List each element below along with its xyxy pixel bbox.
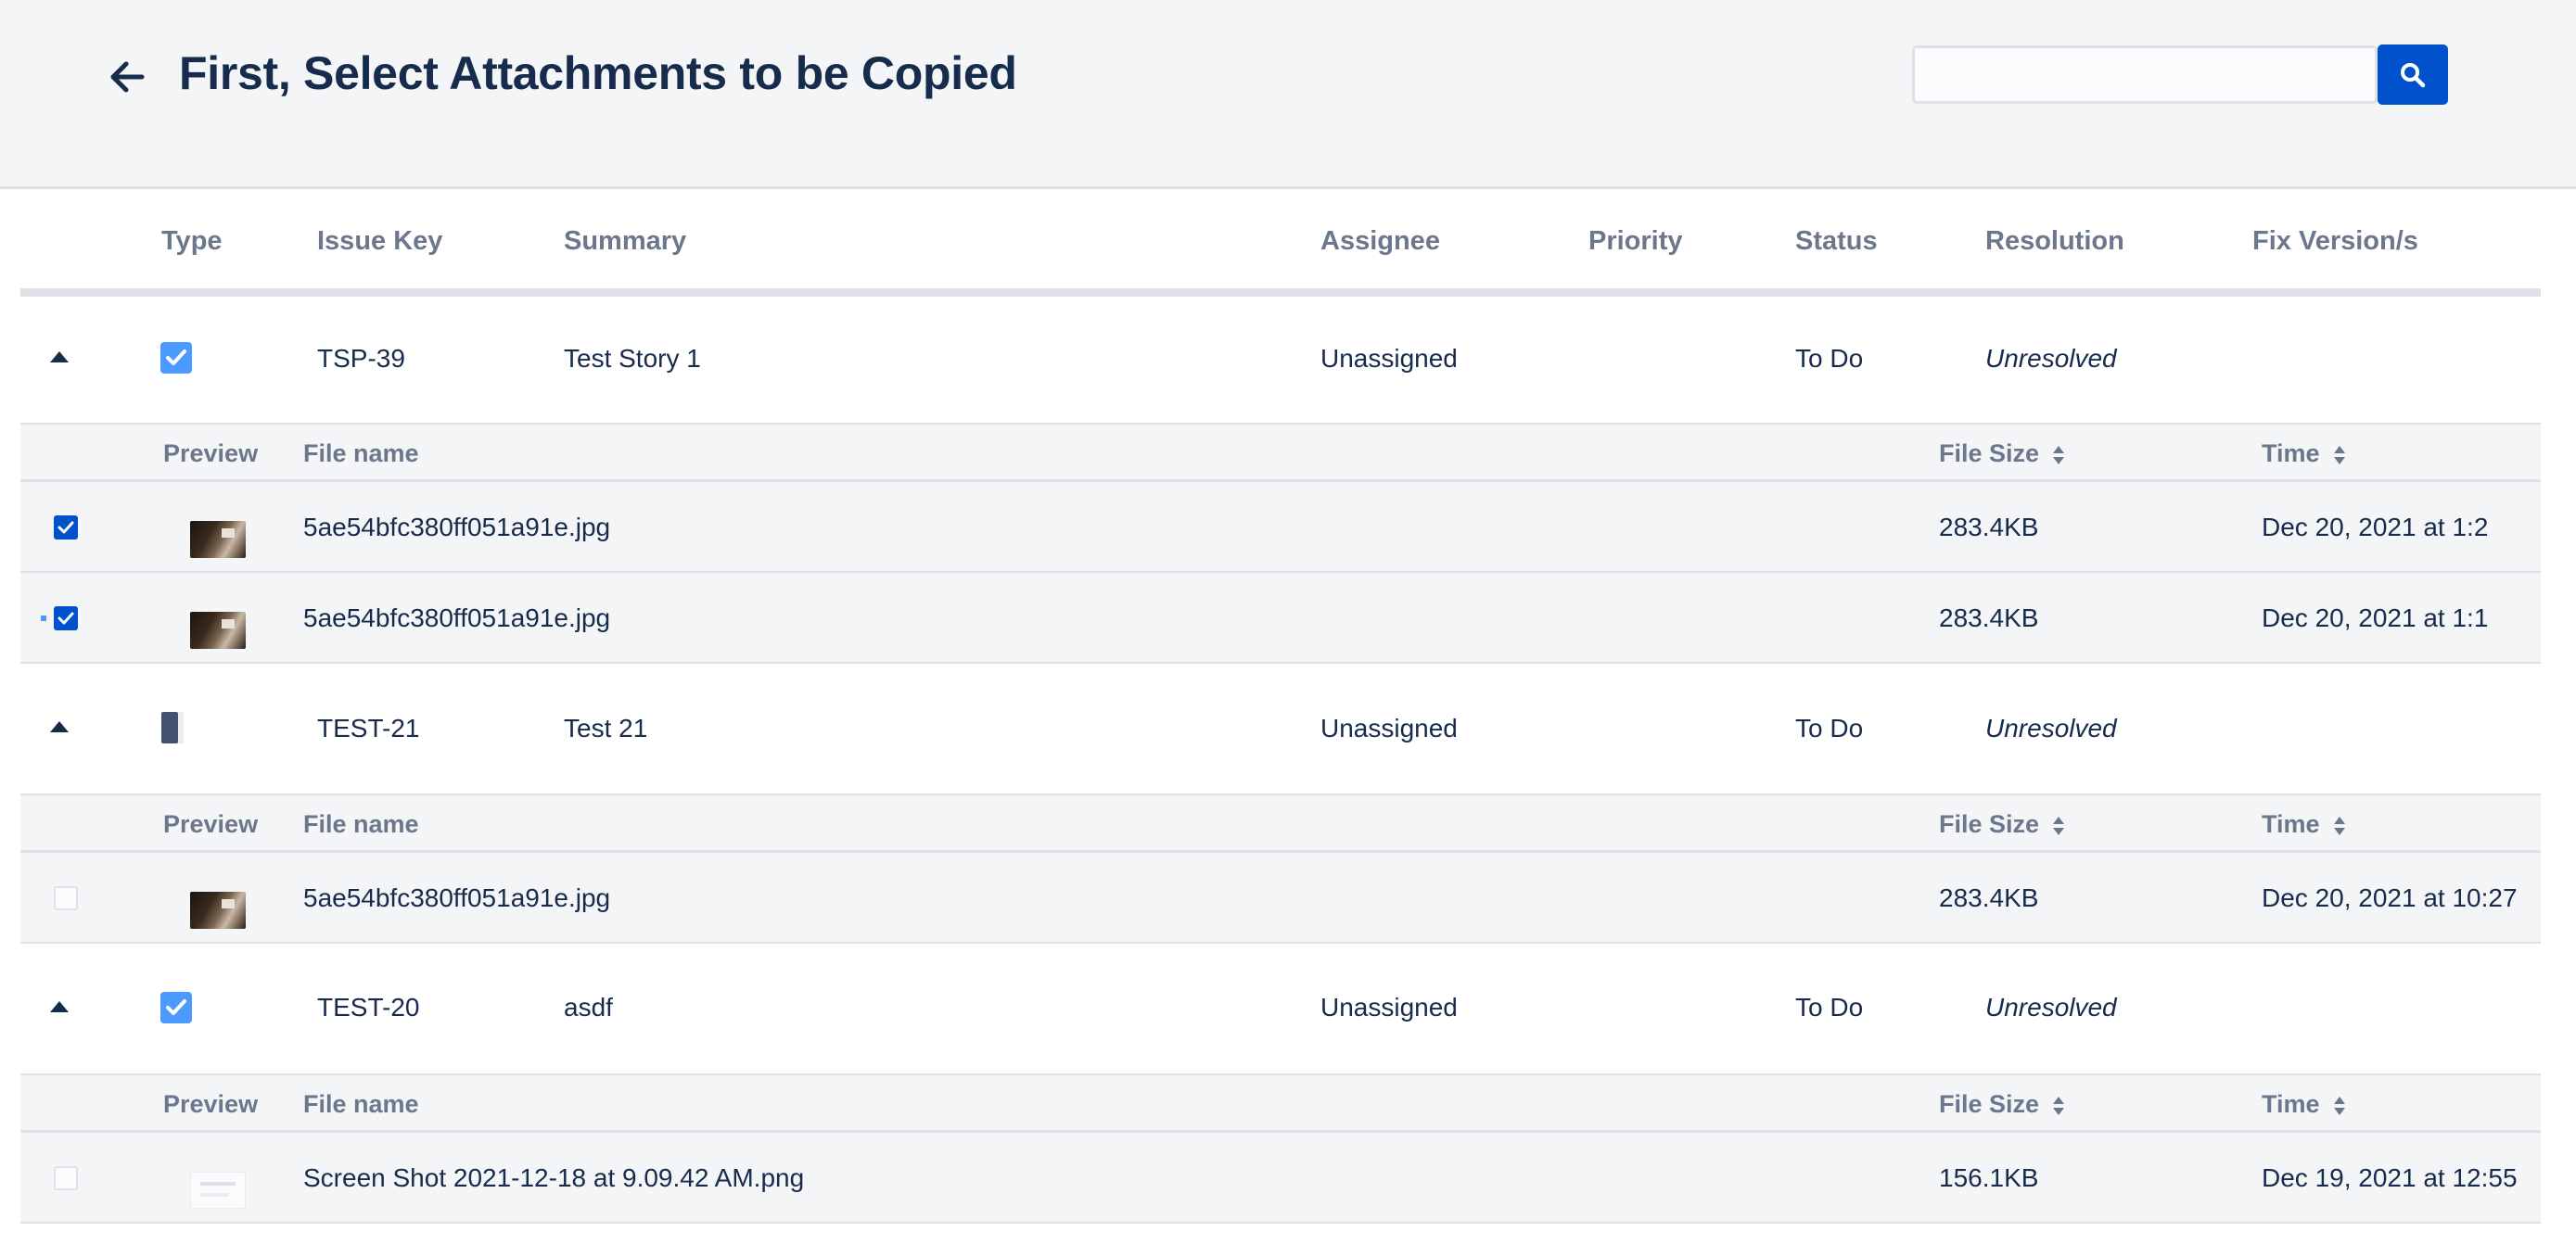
time-label: Time bbox=[2262, 1090, 2320, 1118]
attachment-file-size: 283.4KB bbox=[1939, 603, 2039, 632]
sort-icon bbox=[2333, 816, 2345, 835]
attachment-checkbox[interactable] bbox=[54, 515, 78, 540]
column-header-resolution[interactable]: Resolution bbox=[1985, 226, 2124, 257]
issue-key[interactable]: TSP-39 bbox=[317, 344, 405, 374]
search-input[interactable] bbox=[1912, 45, 2378, 104]
caret-up-icon bbox=[50, 351, 69, 362]
file-size-label: File Size bbox=[1939, 810, 2040, 838]
checkmark-icon bbox=[166, 999, 186, 1015]
issue-resolution: Unresolved bbox=[1985, 993, 2117, 1022]
attachment-time: Dec 20, 2021 at 1:2 bbox=[2262, 513, 2489, 541]
issue-checkbox[interactable] bbox=[160, 342, 192, 374]
issue-summary: Test Story 1 bbox=[564, 344, 701, 373]
column-header-file-name: File name bbox=[303, 810, 419, 838]
issue-row[interactable]: TSP-39 Test Story 1 Unassigned To Do Unr… bbox=[20, 297, 2541, 425]
column-header-assignee[interactable]: Assignee bbox=[1320, 226, 1440, 257]
attachment-file-name[interactable]: Screen Shot 2021-12-18 at 9.09.42 AM.png bbox=[303, 1163, 804, 1193]
page-title: First, Select Attachments to be Copied bbox=[179, 47, 1017, 99]
issue-assignee: Unassigned bbox=[1320, 714, 1458, 743]
attachment-file-name[interactable]: 5ae54bfc380ff051a91e.jpg bbox=[303, 513, 610, 542]
column-header-summary[interactable]: Summary bbox=[564, 226, 686, 257]
attachment-preview-thumbnail[interactable] bbox=[190, 612, 246, 649]
search-icon bbox=[2401, 62, 2426, 87]
attachment-preview-thumbnail[interactable] bbox=[190, 521, 246, 558]
issue-checkbox[interactable] bbox=[160, 992, 192, 1023]
issue-row[interactable]: TEST-21 Test 21 Unassigned To Do Unresol… bbox=[20, 666, 2541, 794]
attachment-row[interactable]: 5ae54bfc380ff051a91e.jpg 283.4KB Dec 20,… bbox=[20, 853, 2541, 944]
column-header-time[interactable]: Time bbox=[2262, 1090, 2346, 1119]
issue-summary: Test 21 bbox=[564, 714, 648, 743]
attachment-file-size: 156.1KB bbox=[1939, 1163, 2039, 1192]
attachment-file-name[interactable]: 5ae54bfc380ff051a91e.jpg bbox=[303, 603, 610, 633]
issue-status: To Do bbox=[1795, 714, 1864, 743]
column-header-time[interactable]: Time bbox=[2262, 439, 2346, 468]
attachment-time: Dec 20, 2021 at 10:27 bbox=[2262, 883, 2518, 912]
file-size-label: File Size bbox=[1939, 1090, 2040, 1118]
sort-icon bbox=[2333, 1096, 2345, 1115]
column-header-preview: Preview bbox=[163, 1090, 259, 1118]
attachment-time: Dec 20, 2021 at 1:1 bbox=[2262, 603, 2489, 632]
issue-assignee: Unassigned bbox=[1320, 993, 1458, 1022]
column-header-status[interactable]: Status bbox=[1795, 226, 1878, 257]
header-divider bbox=[20, 288, 2541, 297]
column-header-fix-versions[interactable]: Fix Version/s bbox=[2252, 226, 2418, 257]
attachment-preview-thumbnail[interactable] bbox=[190, 1172, 246, 1209]
focus-indicator bbox=[41, 616, 46, 621]
page-header: First, Select Attachments to be Copied bbox=[0, 0, 2576, 189]
task-icon bbox=[161, 712, 191, 743]
column-header-file-size[interactable]: File Size bbox=[1939, 810, 2065, 839]
checkmark-icon bbox=[57, 612, 74, 625]
attachments-header: Preview File name File Size Time bbox=[20, 794, 2541, 853]
column-header-priority[interactable]: Priority bbox=[1588, 226, 1683, 257]
issue-resolution: Unresolved bbox=[1985, 714, 2117, 743]
column-header-time[interactable]: Time bbox=[2262, 810, 2346, 839]
collapse-toggle[interactable] bbox=[41, 708, 78, 745]
file-size-label: File Size bbox=[1939, 439, 2040, 467]
issue-assignee: Unassigned bbox=[1320, 344, 1458, 373]
attachments-header: Preview File name File Size Time bbox=[20, 423, 2541, 482]
time-label: Time bbox=[2262, 810, 2320, 838]
caret-up-icon bbox=[50, 721, 69, 732]
attachment-file-name[interactable]: 5ae54bfc380ff051a91e.jpg bbox=[303, 883, 610, 913]
attachment-file-size: 283.4KB bbox=[1939, 513, 2039, 541]
issue-key[interactable]: TEST-20 bbox=[317, 993, 419, 1022]
caret-up-icon bbox=[50, 1001, 69, 1012]
issue-summary: asdf bbox=[564, 993, 613, 1022]
search-button[interactable] bbox=[2378, 44, 2448, 105]
column-header-file-name: File name bbox=[303, 1090, 419, 1118]
attachment-checkbox[interactable] bbox=[54, 606, 78, 630]
issue-status: To Do bbox=[1795, 993, 1864, 1022]
column-header-file-size[interactable]: File Size bbox=[1939, 439, 2065, 468]
column-header-preview: Preview bbox=[163, 439, 259, 467]
issue-row[interactable]: TEST-20 asdf Unassigned To Do Unresolved bbox=[20, 946, 2541, 1073]
column-header-type[interactable]: Type bbox=[161, 226, 223, 257]
arrow-left-icon bbox=[110, 61, 145, 93]
attachment-row[interactable]: Screen Shot 2021-12-18 at 9.09.42 AM.png… bbox=[20, 1133, 2541, 1224]
attachment-row[interactable]: 5ae54bfc380ff051a91e.jpg 283.4KB Dec 20,… bbox=[20, 482, 2541, 573]
column-header-preview: Preview bbox=[163, 810, 259, 838]
time-label: Time bbox=[2262, 439, 2320, 467]
attachment-file-size: 283.4KB bbox=[1939, 883, 2039, 912]
issue-resolution: Unresolved bbox=[1985, 344, 2117, 373]
sort-icon bbox=[2053, 1096, 2065, 1115]
column-header-file-name: File name bbox=[303, 439, 419, 467]
column-header-issue-key[interactable]: Issue Key bbox=[317, 226, 442, 257]
issue-key[interactable]: TEST-21 bbox=[317, 714, 419, 743]
checkmark-icon bbox=[57, 521, 74, 534]
attachment-preview-thumbnail[interactable] bbox=[190, 892, 246, 929]
sort-icon bbox=[2333, 445, 2345, 464]
attachment-time: Dec 19, 2021 at 12:55 bbox=[2262, 1163, 2518, 1192]
attachment-row[interactable]: 5ae54bfc380ff051a91e.jpg 283.4KB Dec 20,… bbox=[20, 573, 2541, 664]
back-button[interactable] bbox=[104, 54, 150, 100]
sort-icon bbox=[2053, 816, 2065, 835]
column-header-file-size[interactable]: File Size bbox=[1939, 1090, 2065, 1119]
collapse-toggle[interactable] bbox=[41, 988, 78, 1025]
checkmark-icon bbox=[166, 349, 186, 365]
issue-status: To Do bbox=[1795, 344, 1864, 373]
sort-icon bbox=[2053, 445, 2065, 464]
attachment-checkbox[interactable] bbox=[54, 1166, 78, 1190]
attachment-checkbox[interactable] bbox=[54, 886, 78, 910]
collapse-toggle[interactable] bbox=[41, 338, 78, 375]
attachments-header: Preview File name File Size Time bbox=[20, 1073, 2541, 1133]
